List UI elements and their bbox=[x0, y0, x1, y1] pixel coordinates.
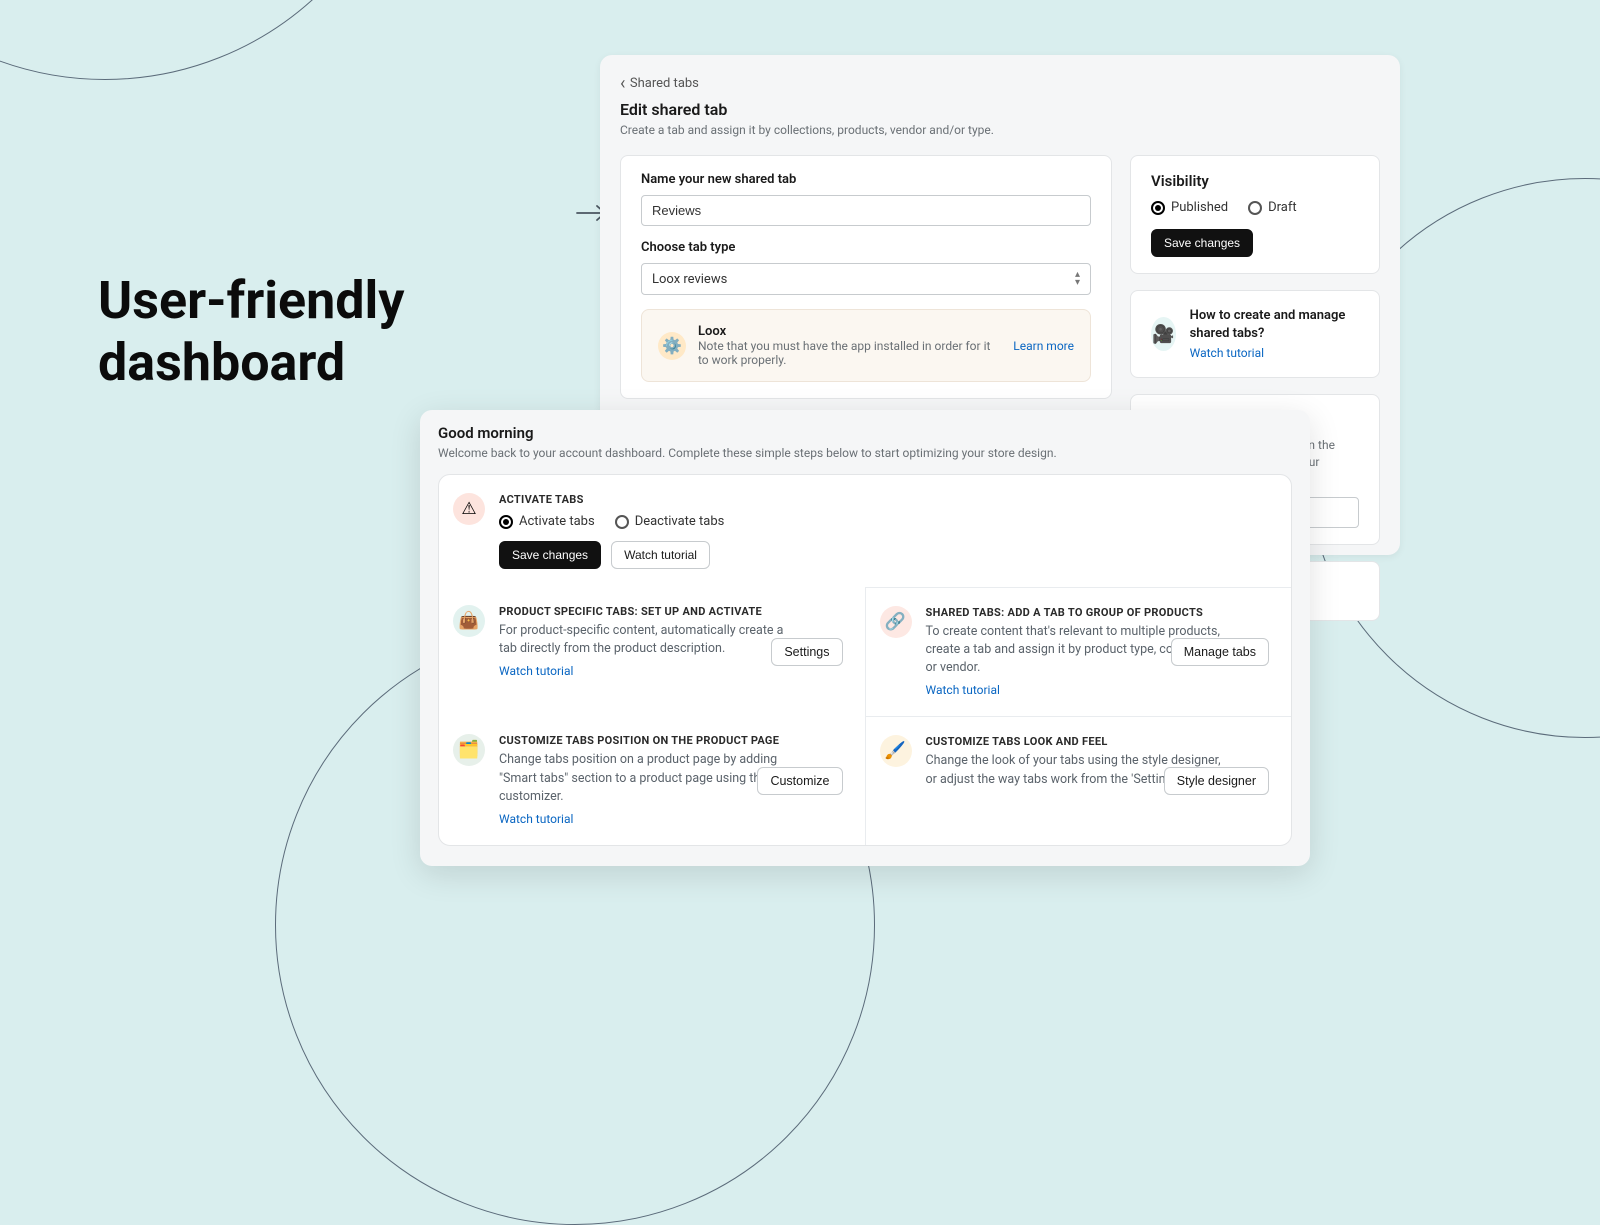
bg-decoration bbox=[0, 0, 415, 80]
tile-customize-position: 🗂️ CUSTOMIZE TABS POSITION ON THE PRODUC… bbox=[439, 716, 866, 844]
section-activate-tabs: ⚠ ACTIVATE TABS Activate tabs Deactivate… bbox=[439, 475, 1291, 587]
watch-tutorial-link[interactable]: Watch tutorial bbox=[499, 664, 573, 678]
visibility-title: Visibility bbox=[1151, 172, 1359, 190]
dashboard-greeting: Good morning bbox=[438, 424, 1292, 442]
settings-button[interactable]: Settings bbox=[771, 638, 842, 666]
watch-tutorial-link[interactable]: Watch tutorial bbox=[499, 812, 573, 826]
tile-shared-tabs: 🔗 SHARED TABS: ADD A TAB TO GROUP OF PRO… bbox=[866, 587, 1292, 716]
breadcrumb-back[interactable]: Shared tabs bbox=[620, 73, 1380, 94]
radio-published[interactable]: Published bbox=[1151, 200, 1228, 215]
radio-activate-tabs[interactable]: Activate tabs bbox=[499, 514, 595, 529]
style-designer-button[interactable]: Style designer bbox=[1164, 767, 1269, 795]
card-tab-settings: Name your new shared tab Choose tab type… bbox=[620, 155, 1112, 399]
customize-button[interactable]: Customize bbox=[757, 767, 842, 795]
learn-more-link[interactable]: Learn more bbox=[1013, 339, 1074, 353]
link-icon: 🔗 bbox=[880, 606, 912, 638]
page-title: Edit shared tab bbox=[620, 100, 1380, 119]
page-subtitle: Create a tab and assign it by collection… bbox=[620, 123, 1380, 137]
warning-icon: ⚠ bbox=[453, 493, 485, 525]
name-label: Name your new shared tab bbox=[641, 172, 1091, 187]
radio-draft[interactable]: Draft bbox=[1248, 200, 1297, 215]
tutorial-title: How to create and manage shared tabs? bbox=[1190, 307, 1359, 342]
gear-icon: ⚙️ bbox=[658, 332, 686, 360]
layout-icon: 🗂️ bbox=[453, 734, 485, 766]
dashboard-card: ⚠ ACTIVATE TABS Activate tabs Deactivate… bbox=[438, 474, 1292, 846]
watch-tutorial-link[interactable]: Watch tutorial bbox=[1190, 346, 1264, 360]
save-changes-button[interactable]: Save changes bbox=[499, 541, 601, 569]
video-camera-icon: 🎥 bbox=[1151, 317, 1176, 351]
bag-icon: 👜 bbox=[453, 605, 485, 637]
manage-tabs-button[interactable]: Manage tabs bbox=[1171, 638, 1269, 666]
integration-info-box: ⚙️ Loox Note that you must have the app … bbox=[641, 309, 1091, 382]
dashboard-subtitle: Welcome back to your account dashboard. … bbox=[438, 446, 1292, 460]
tile-customize-look: 🖌️ CUSTOMIZE TABS LOOK AND FEEL Change t… bbox=[866, 716, 1292, 844]
save-changes-button[interactable]: Save changes bbox=[1151, 229, 1253, 257]
dashboard-panel: Good morning Welcome back to your accoun… bbox=[420, 410, 1310, 866]
card-tutorial: 🎥 How to create and manage shared tabs? … bbox=[1130, 290, 1380, 378]
tile-product-specific: 👜 PRODUCT SPECIFIC TABS: SET UP AND ACTI… bbox=[439, 587, 866, 716]
activate-title: ACTIVATE TABS bbox=[499, 493, 1269, 506]
watch-tutorial-button[interactable]: Watch tutorial bbox=[611, 541, 710, 569]
info-title: Loox bbox=[698, 324, 1001, 339]
watch-tutorial-link[interactable]: Watch tutorial bbox=[926, 683, 1000, 697]
tab-name-input[interactable] bbox=[641, 195, 1091, 226]
chevron-updown-icon: ▴▾ bbox=[1075, 271, 1080, 287]
tab-type-select[interactable]: Loox reviews ▴▾ bbox=[641, 263, 1091, 295]
type-label: Choose tab type bbox=[641, 240, 1091, 255]
paint-icon: 🖌️ bbox=[880, 735, 912, 767]
tab-type-value: Loox reviews bbox=[652, 272, 727, 287]
info-desc: Note that you must have the app installe… bbox=[698, 339, 1001, 367]
radio-deactivate-tabs[interactable]: Deactivate tabs bbox=[615, 514, 725, 529]
card-visibility: Visibility Published Draft Save changes bbox=[1130, 155, 1380, 274]
marketing-headline: User-friendly dashboard bbox=[98, 270, 404, 395]
